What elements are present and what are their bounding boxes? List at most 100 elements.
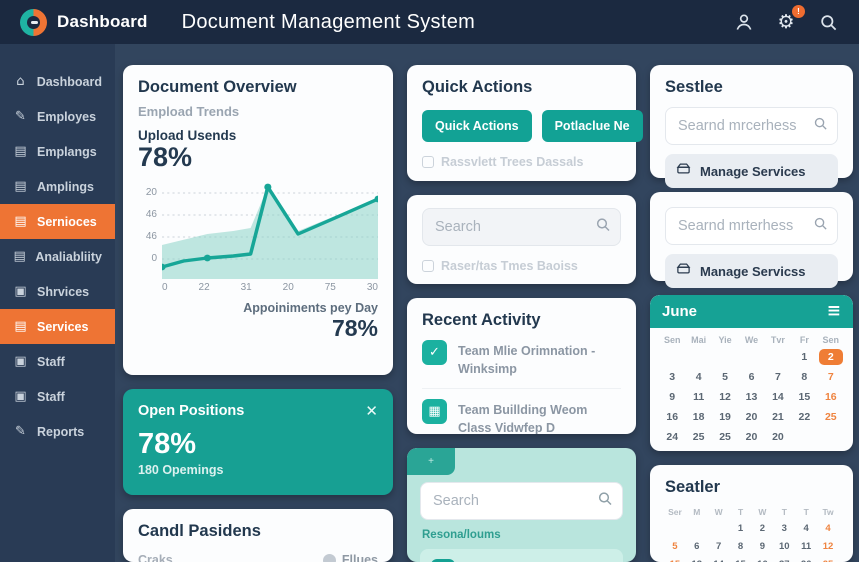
- user-icon[interactable]: [733, 11, 755, 33]
- calendar-day[interactable]: 3: [774, 522, 794, 535]
- archive-icon: [676, 262, 691, 280]
- close-icon[interactable]: ✕: [365, 402, 378, 420]
- calendar-day[interactable]: 25: [686, 429, 710, 445]
- sidebar-nav: ⌂Dashboard✎Employes▤Emplangs▤Amplings▤Se…: [0, 44, 115, 562]
- calendar-day[interactable]: 15: [792, 389, 816, 405]
- booking-entry[interactable]: ✎ Paynsort: Dret: Jane J. Reso Nees: [420, 549, 623, 562]
- calendar-day[interactable]: 12: [713, 389, 737, 405]
- quick-action-button[interactable]: Quick Actions: [422, 110, 532, 142]
- calendar-day[interactable]: 16: [660, 409, 684, 425]
- sidebar-item-analiabliity[interactable]: ▤Analiabliity: [0, 239, 115, 274]
- sidebar-item-sernioces[interactable]: ▤Sernioces: [0, 204, 115, 239]
- main-content: Document Overview Empload Trends Upload …: [115, 44, 859, 562]
- calendar-day[interactable]: 7: [819, 369, 843, 385]
- calendar-day[interactable]: 22: [792, 409, 816, 425]
- calendar-day[interactable]: 12: [818, 540, 838, 553]
- manage-services-button[interactable]: Manage Servicss: [665, 254, 838, 288]
- calendar-day[interactable]: 25: [819, 409, 843, 425]
- calendar-day[interactable]: 13: [739, 389, 763, 405]
- sidebar-item-label: Dashboard: [37, 75, 102, 89]
- calendar-day-header: Ser: [665, 507, 685, 517]
- home-icon: ⌂: [13, 74, 28, 89]
- calendar-day[interactable]: 16: [753, 558, 773, 562]
- calendar-day[interactable]: 9: [753, 540, 773, 553]
- calendar-day[interactable]: 8: [792, 369, 816, 385]
- seatler-calendar-grid: SerMWTWTTTw12344567891011121513141516372…: [665, 507, 838, 562]
- sidebar-item-label: Services: [37, 320, 88, 334]
- candidates-card: Candl Pasidens Craks Fllues: [123, 509, 393, 562]
- manage-services-button[interactable]: Manage Services: [665, 154, 838, 188]
- calendar-day[interactable]: 8: [731, 540, 751, 553]
- search-box: [422, 208, 621, 246]
- calendar-day[interactable]: 20: [739, 409, 763, 425]
- calendar-day[interactable]: 5: [713, 369, 737, 385]
- activity-item[interactable]: ✓Team Mlie Orimnation - Winksimp: [422, 330, 621, 388]
- calendar-day[interactable]: 3: [660, 369, 684, 385]
- calendar-day[interactable]: 15: [665, 558, 685, 562]
- panel-icon: ▣: [13, 284, 28, 299]
- calendar-day[interactable]: 26: [796, 558, 816, 562]
- sidebar-item-emplangs[interactable]: ▤Emplangs: [0, 134, 115, 169]
- hamburger-menu-icon[interactable]: ≡: [827, 303, 841, 320]
- calendar-day[interactable]: 7: [709, 540, 729, 553]
- activity-item[interactable]: ▦Team Buillding Weom Class Vidwfep D: [422, 388, 621, 434]
- settings-gear-icon[interactable]: ⚙ !: [775, 11, 797, 33]
- sidebar-item-amplings[interactable]: ▤Amplings: [0, 169, 115, 204]
- sidebar-item-services[interactable]: ▤ Services: [0, 309, 115, 344]
- sidebar-item-employes[interactable]: ✎ Employes: [0, 99, 115, 134]
- calendar-day[interactable]: 1: [792, 349, 816, 365]
- calendar-day[interactable]: 20: [766, 429, 790, 445]
- calendar-day[interactable]: 6: [739, 369, 763, 385]
- calendar-day[interactable]: 21: [766, 409, 790, 425]
- calendar-day[interactable]: 15: [731, 558, 751, 562]
- sidebar-item-label: Employes: [37, 110, 96, 124]
- quick-action-button[interactable]: Potlaclue Ne: [542, 110, 643, 142]
- calendar-day[interactable]: 4: [796, 522, 816, 535]
- search-icon[interactable]: [817, 11, 839, 33]
- calendar-day[interactable]: 11: [796, 540, 816, 553]
- middle-column: Quick Actions Quick ActionsPotlaclue Ne …: [407, 65, 636, 562]
- booking-search-input[interactable]: [420, 482, 623, 520]
- sidebar-item-shrvices[interactable]: ▣Shrvices: [0, 274, 115, 309]
- pencil-icon: ✎: [13, 109, 28, 124]
- calendar-day: [819, 429, 843, 445]
- search-input[interactable]: [422, 208, 621, 246]
- card-tab[interactable]: +: [407, 448, 455, 475]
- calendar-day[interactable]: 4: [686, 369, 710, 385]
- calendar-day-header: Mai: [686, 335, 710, 345]
- calendar-day[interactable]: 13: [687, 558, 707, 562]
- doc-icon: ▤: [13, 319, 28, 334]
- calendar-day[interactable]: 19: [713, 409, 737, 425]
- calendar-day[interactable]: 25: [713, 429, 737, 445]
- calendar-day[interactable]: 7: [766, 369, 790, 385]
- calendar-day[interactable]: 25: [818, 558, 838, 562]
- calendar-month: June: [662, 303, 697, 320]
- services-card-2: Manage Servicss: [650, 192, 853, 281]
- calendar-day[interactable]: 1: [731, 522, 751, 535]
- services-search-box: [665, 107, 838, 145]
- calendar-day-header: Yie: [713, 335, 737, 345]
- services-search-box: [665, 207, 838, 245]
- calendar-day[interactable]: 2: [819, 349, 843, 365]
- sidebar-item-label: Emplangs: [37, 145, 97, 159]
- calendar-day[interactable]: 6: [687, 540, 707, 553]
- calendar-day[interactable]: 16: [819, 389, 843, 405]
- calendar-day[interactable]: 14: [766, 389, 790, 405]
- calendar-day[interactable]: 4: [818, 522, 838, 535]
- calendar-day[interactable]: 2: [753, 522, 773, 535]
- sidebar-item-staff[interactable]: ▣Staff: [0, 344, 115, 379]
- calendar-day[interactable]: 24: [660, 429, 684, 445]
- calendar-day[interactable]: 18: [686, 409, 710, 425]
- calendar-day[interactable]: 10: [774, 540, 794, 553]
- calendar-day[interactable]: 14: [709, 558, 729, 562]
- calendar-day[interactable]: 5: [665, 540, 685, 553]
- calendar-day: [739, 449, 763, 451]
- sidebar-item-staff[interactable]: ▣Staff: [0, 379, 115, 414]
- calendar-day[interactable]: 20: [739, 429, 763, 445]
- calendar-day[interactable]: 37: [774, 558, 794, 562]
- calendar-day[interactable]: 9: [660, 389, 684, 405]
- calendar-day[interactable]: 11: [686, 389, 710, 405]
- calendar-day[interactable]: 31: [660, 449, 684, 451]
- sidebar-item-dashboard[interactable]: ⌂ Dashboard: [0, 64, 115, 99]
- sidebar-item-reports[interactable]: ✎Reports: [0, 414, 115, 449]
